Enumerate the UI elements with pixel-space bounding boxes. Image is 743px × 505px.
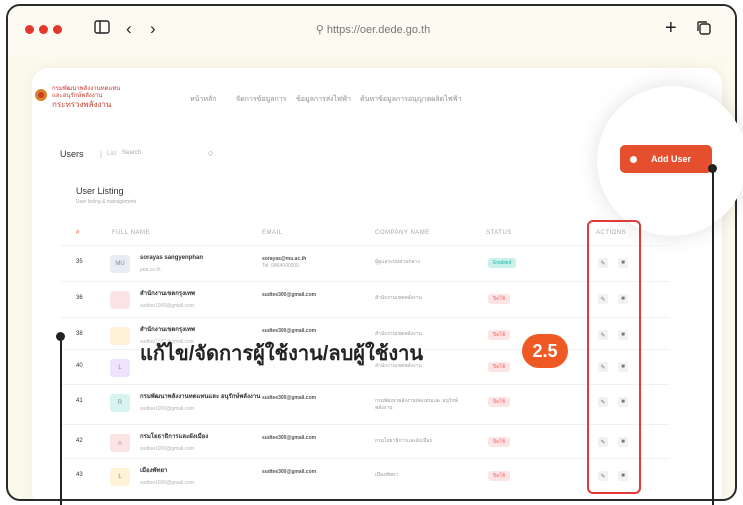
callout-dot-left xyxy=(56,332,65,341)
add-user-label: Add User xyxy=(651,154,692,164)
user-email-value: sorayas@mu.ac.th xyxy=(262,256,307,262)
status-badge: Enabled xyxy=(488,258,517,268)
status-badge: ปิดใช้ xyxy=(488,330,511,340)
user-email-value: sudtee300@gmail.com xyxy=(262,395,317,401)
user-sub-email: sudtee1000@gmail.com xyxy=(140,446,194,452)
address-bar[interactable]: ⚲ https://oer.dede.go.th xyxy=(268,20,478,40)
user-email: sudtee300@gmail.com xyxy=(262,469,316,476)
avatar: L xyxy=(110,359,130,377)
avatar: MU xyxy=(110,255,130,273)
row-number: 36 xyxy=(76,295,83,301)
user-sub-email: sudtee1000@gmail.com xyxy=(140,303,194,309)
avatar xyxy=(110,327,130,345)
add-user-icon xyxy=(630,155,637,163)
browser-titlebar: ‹ › ⚲ https://oer.dede.go.th + xyxy=(8,6,735,56)
company-name: เมืองพัทยา xyxy=(375,472,398,478)
user-listing-subtitle: User listing & management xyxy=(76,199,137,205)
user-email: sudtee300@gmail.com xyxy=(262,328,316,335)
close-window-dot[interactable] xyxy=(25,25,34,34)
table-header-email[interactable]: EMAIL xyxy=(262,230,283,236)
user-email: sorayas@mu.ac.th Tel: 0864000000 xyxy=(262,256,306,270)
table-row: 41 R กรมพัฒนาพลังงานทดแทนและ อนุรักษ์พลังง… xyxy=(60,384,670,420)
nav-item-home[interactable]: หน้าหลัก xyxy=(190,94,216,105)
user-email-value: sudtee300@gmail.com xyxy=(262,292,317,298)
minimize-window-dot[interactable] xyxy=(39,25,48,34)
table-row: 35 MU sorayas sangyenphan pea.co.th sorayas@… xyxy=(60,245,670,281)
row-number: 38 xyxy=(76,331,83,337)
maximize-window-dot[interactable] xyxy=(53,25,62,34)
nav-item-permit-search[interactable]: ค้นหาข้อมูลการอนุญาตผลิตไฟฟ้า xyxy=(360,94,462,105)
nav-item-manage[interactable]: จัดการข้อมูลการ xyxy=(236,94,286,105)
callout-line-left xyxy=(60,336,62,505)
search-input[interactable]: Search xyxy=(122,150,141,156)
company-name: ผู้ดูแลระบบส่วนกลาง xyxy=(375,259,420,265)
row-number: 40 xyxy=(76,363,83,369)
search-icon[interactable]: ○ xyxy=(208,148,213,158)
status-badge: ปิดใช้ xyxy=(488,294,511,304)
status-badge: ปิดใช้ xyxy=(488,471,511,481)
table-row: 42 ก กรมโยธาธิการและผังเมือง sudtee1000@gma… xyxy=(60,424,670,460)
row-number: 42 xyxy=(76,438,83,444)
callout-dot-right xyxy=(708,164,717,173)
user-full-name[interactable]: สำนักงานเขตกรุงเทพ xyxy=(140,327,270,334)
nav-item-electricity[interactable]: ข้อมูลการส่งไฟฟ้า xyxy=(296,94,351,105)
table-header-number[interactable]: # xyxy=(76,230,80,236)
forward-arrow-icon[interactable]: › xyxy=(150,20,156,37)
row-number: 41 xyxy=(76,398,83,404)
user-email: sudtee300@gmail.com xyxy=(262,435,316,442)
add-user-button[interactable]: Add User xyxy=(620,145,712,173)
table-header-status[interactable]: STATUS xyxy=(486,230,512,236)
search-icon: ⚲ xyxy=(315,24,324,36)
company-name: กรมโยธาธิการและผังเมือง xyxy=(375,438,432,444)
row-number: 43 xyxy=(76,472,83,478)
user-sub-email: sudtee1000@gmail.com xyxy=(140,406,194,412)
user-email: sudtee300@gmail.com xyxy=(262,292,316,299)
ministry-logo-icon xyxy=(35,89,47,101)
address-bar-url: https://oer.dede.go.th xyxy=(326,24,431,36)
section-headline: แก้ไข/จัดการผู้ใช้งาน/ลบผู้ใช้งาน xyxy=(140,343,424,365)
table-header-fullname[interactable]: FULL NAME xyxy=(112,230,150,236)
user-full-name[interactable]: สำนักงานเขตกรุงเทพ xyxy=(140,291,270,298)
user-full-name[interactable]: sorayas sangyenphan xyxy=(140,255,270,262)
logo-line-1: กรมพัฒนาพลังงานทดแทน xyxy=(52,86,121,92)
avatar: R xyxy=(110,394,130,412)
table-row: 43 L เมืองพัทยา sudtee1000@gmail.com sudtee3… xyxy=(60,458,670,494)
status-badge: ปิดใช้ xyxy=(488,362,511,372)
user-listing-title: User Listing xyxy=(76,186,124,196)
status-badge: ปิดใช้ xyxy=(488,397,511,407)
tab-overview-icon[interactable] xyxy=(696,20,712,39)
actions-highlight-box xyxy=(587,220,641,494)
user-full-name[interactable]: เมืองพัทยา xyxy=(140,468,270,475)
status-badge: ปิดใช้ xyxy=(488,437,511,447)
user-email-value: sudtee300@gmail.com xyxy=(262,435,317,441)
table-header-company[interactable]: COMPANY NAME xyxy=(375,230,430,236)
user-email-value: sudtee300@gmail.com xyxy=(262,328,317,334)
ministry-logo-text: กรมพัฒนาพลังงานทดแทน และอนุรักษ์พลังงาน … xyxy=(52,86,162,109)
new-tab-icon[interactable]: + xyxy=(665,18,677,38)
avatar xyxy=(110,291,130,309)
sidebar-toggle-icon[interactable] xyxy=(94,20,110,37)
user-full-name[interactable]: กรมโยธาธิการและผังเมือง xyxy=(140,434,270,441)
callout-line-right xyxy=(712,168,714,505)
user-email-value: sudtee300@gmail.com xyxy=(262,469,317,475)
company-name: กรมพัฒนาพลังงานทดแทนและ อนุรักษ์พลังงาน xyxy=(375,398,458,411)
row-number: 35 xyxy=(76,259,83,265)
user-full-name[interactable]: กรมพัฒนาพลังงานทดแทนและ อนุรักษ์พลังงาน xyxy=(140,394,270,401)
user-sub-email: pea.co.th xyxy=(140,267,161,273)
user-sub-email: sudtee1000@gmail.com xyxy=(140,480,194,486)
logo-line-2: และอนุรักษ์พลังงาน xyxy=(52,93,103,99)
user-email-extra: Tel: 0864000000 xyxy=(262,263,299,269)
logo-line-3: กระทรวงพลังงาน xyxy=(52,100,112,109)
users-label: Users xyxy=(60,149,84,159)
table-row: 36 สำนักงานเขตกรุงเทพ sudtee1000@gmail.com… xyxy=(60,281,670,317)
back-arrow-icon[interactable]: ‹ xyxy=(126,20,132,37)
avatar: ก xyxy=(110,434,130,452)
user-email: sudtee300@gmail.com xyxy=(262,395,316,402)
list-label: List xyxy=(107,151,117,157)
step-badge: 2.5 xyxy=(522,334,568,368)
toolbar-separator: | xyxy=(100,150,103,159)
avatar: L xyxy=(110,468,130,486)
company-name: สำนักงานเขตพลังงาน xyxy=(375,295,422,301)
